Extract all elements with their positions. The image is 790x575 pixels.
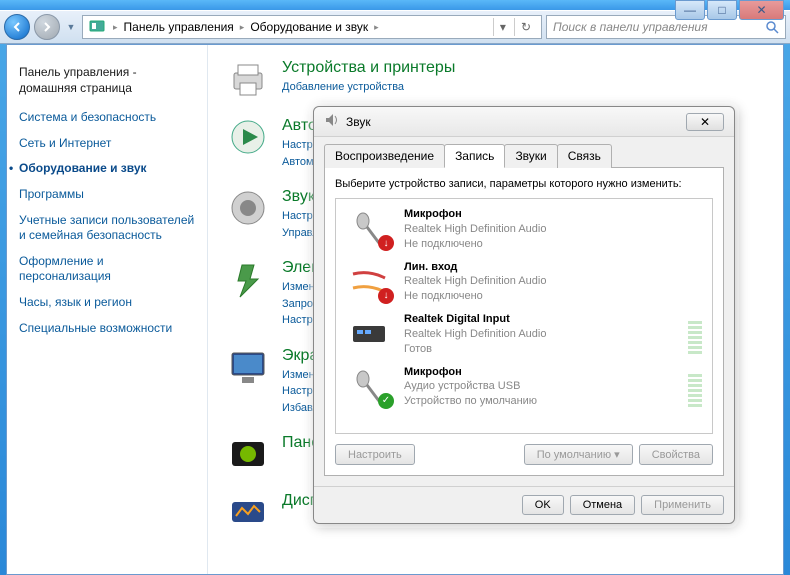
nvidia-icon (228, 434, 268, 474)
speaker-icon (228, 188, 268, 228)
device-driver: Realtek High Definition Audio (404, 327, 676, 342)
maximize-button[interactable]: □ (707, 0, 737, 20)
device-name: Микрофон (404, 365, 676, 380)
digital-input-icon (346, 314, 392, 354)
vu-meter (688, 314, 702, 354)
status-badge-default: ✓ (378, 393, 394, 409)
device-name: Realtek Digital Input (404, 312, 676, 327)
set-default-button[interactable]: По умолчанию ▾ (524, 444, 633, 465)
device-status: Не подключено (404, 289, 702, 304)
sidebar-item-ease[interactable]: Специальные возможности (19, 321, 195, 337)
sidebar-item-programs[interactable]: Программы (19, 187, 195, 203)
tab-sounds[interactable]: Звуки (504, 144, 557, 168)
breadcrumb-hardware-sound[interactable]: Оборудование и звук (250, 20, 368, 34)
sound-dialog-icon (324, 112, 340, 131)
device-status: Не подключено (404, 237, 702, 252)
chevron-right-icon: ▸ (374, 22, 379, 33)
forward-button[interactable] (34, 14, 60, 40)
power-icon (228, 259, 268, 299)
device-item[interactable]: ✓ Микрофон Аудио устройства USB Устройст… (336, 361, 712, 414)
device-driver: Realtek High Definition Audio (404, 222, 702, 237)
dialog-titlebar[interactable]: Звук ✕ (314, 107, 734, 137)
dialog-title-text: Звук (346, 115, 371, 129)
device-item[interactable]: ↓ Микрофон Realtek High Definition Audio… (336, 203, 712, 256)
sidebar-item-appearance[interactable]: Оформление и персонализация (19, 254, 195, 285)
sidebar-item-network[interactable]: Сеть и Интернет (19, 136, 195, 152)
configure-button[interactable]: Настроить (335, 444, 415, 465)
back-button[interactable] (4, 14, 30, 40)
tab-recording[interactable]: Запись (444, 144, 505, 168)
properties-button[interactable]: Свойства (639, 444, 713, 465)
address-dropdown[interactable]: ▾ (493, 18, 512, 36)
window-titlebar: — □ ✕ (0, 0, 790, 10)
monitor-icon (228, 347, 268, 387)
address-bar[interactable]: ▸ Панель управления ▸ Оборудование и зву… (82, 15, 542, 39)
control-panel-icon (87, 18, 107, 37)
device-name: Микрофон (404, 207, 702, 222)
device-driver: Realtek High Definition Audio (404, 274, 702, 289)
device-status: Устройство по умолчанию (404, 394, 676, 409)
tab-playback[interactable]: Воспроизведение (324, 144, 445, 168)
ok-button[interactable]: OK (522, 495, 564, 515)
sidebar-item-accounts[interactable]: Учетные записи пользователей и семейная … (19, 213, 195, 244)
tab-panel-recording: Выберите устройство записи, параметры ко… (324, 168, 724, 476)
sidebar: Панель управления - домашняя страница Си… (7, 45, 207, 574)
device-name: Лин. вход (404, 260, 702, 275)
status-badge-disconnected: ↓ (378, 235, 394, 251)
refresh-button[interactable]: ↻ (514, 18, 537, 36)
category-devices-printers: Устройства и принтеры Добавление устройс… (228, 59, 763, 99)
instruction-text: Выберите устройство записи, параметры ко… (335, 178, 713, 190)
dialog-close-button[interactable]: ✕ (686, 113, 724, 131)
apply-button[interactable]: Применить (641, 495, 724, 515)
category-link[interactable]: Добавление устройства (282, 81, 404, 93)
nav-history-dropdown[interactable]: ▼ (64, 14, 78, 40)
line-in-icon: ↓ (346, 262, 392, 302)
microphone-icon: ✓ (346, 367, 392, 407)
device-item[interactable]: Realtek Digital Input Realtek High Defin… (336, 308, 712, 361)
close-button[interactable]: ✕ (739, 0, 784, 20)
realtek-icon (228, 492, 268, 532)
tab-communications[interactable]: Связь (557, 144, 612, 168)
cancel-button[interactable]: Отмена (570, 495, 635, 515)
navigation-bar: ▼ ▸ Панель управления ▸ Оборудование и з… (0, 10, 790, 44)
search-icon (765, 20, 779, 34)
chevron-right-icon: ▸ (113, 22, 118, 33)
device-item[interactable]: ↓ Лин. вход Realtek High Definition Audi… (336, 256, 712, 309)
device-status: Готов (404, 342, 676, 357)
sidebar-item-system[interactable]: Система и безопасность (19, 110, 195, 126)
device-driver: Аудио устройства USB (404, 379, 676, 394)
minimize-button[interactable]: — (675, 0, 705, 20)
category-title[interactable]: Устройства и принтеры (282, 59, 455, 77)
device-list[interactable]: ↓ Микрофон Realtek High Definition Audio… (335, 198, 713, 434)
sidebar-header: Панель управления - домашняя страница (19, 65, 195, 96)
sound-dialog: Звук ✕ Воспроизведение Запись Звуки Связ… (313, 106, 735, 524)
printer-icon (228, 59, 268, 99)
tabs: Воспроизведение Запись Звуки Связь (324, 143, 724, 168)
autoplay-icon (228, 117, 268, 157)
vu-meter (688, 367, 702, 407)
microphone-icon: ↓ (346, 209, 392, 249)
sidebar-item-clock[interactable]: Часы, язык и регион (19, 295, 195, 311)
breadcrumb-control-panel[interactable]: Панель управления (124, 20, 234, 34)
sidebar-item-hardware[interactable]: Оборудование и звук (19, 161, 195, 177)
search-placeholder: Поиск в панели управления (553, 20, 708, 34)
chevron-right-icon: ▸ (240, 22, 245, 33)
status-badge-disconnected: ↓ (378, 288, 394, 304)
